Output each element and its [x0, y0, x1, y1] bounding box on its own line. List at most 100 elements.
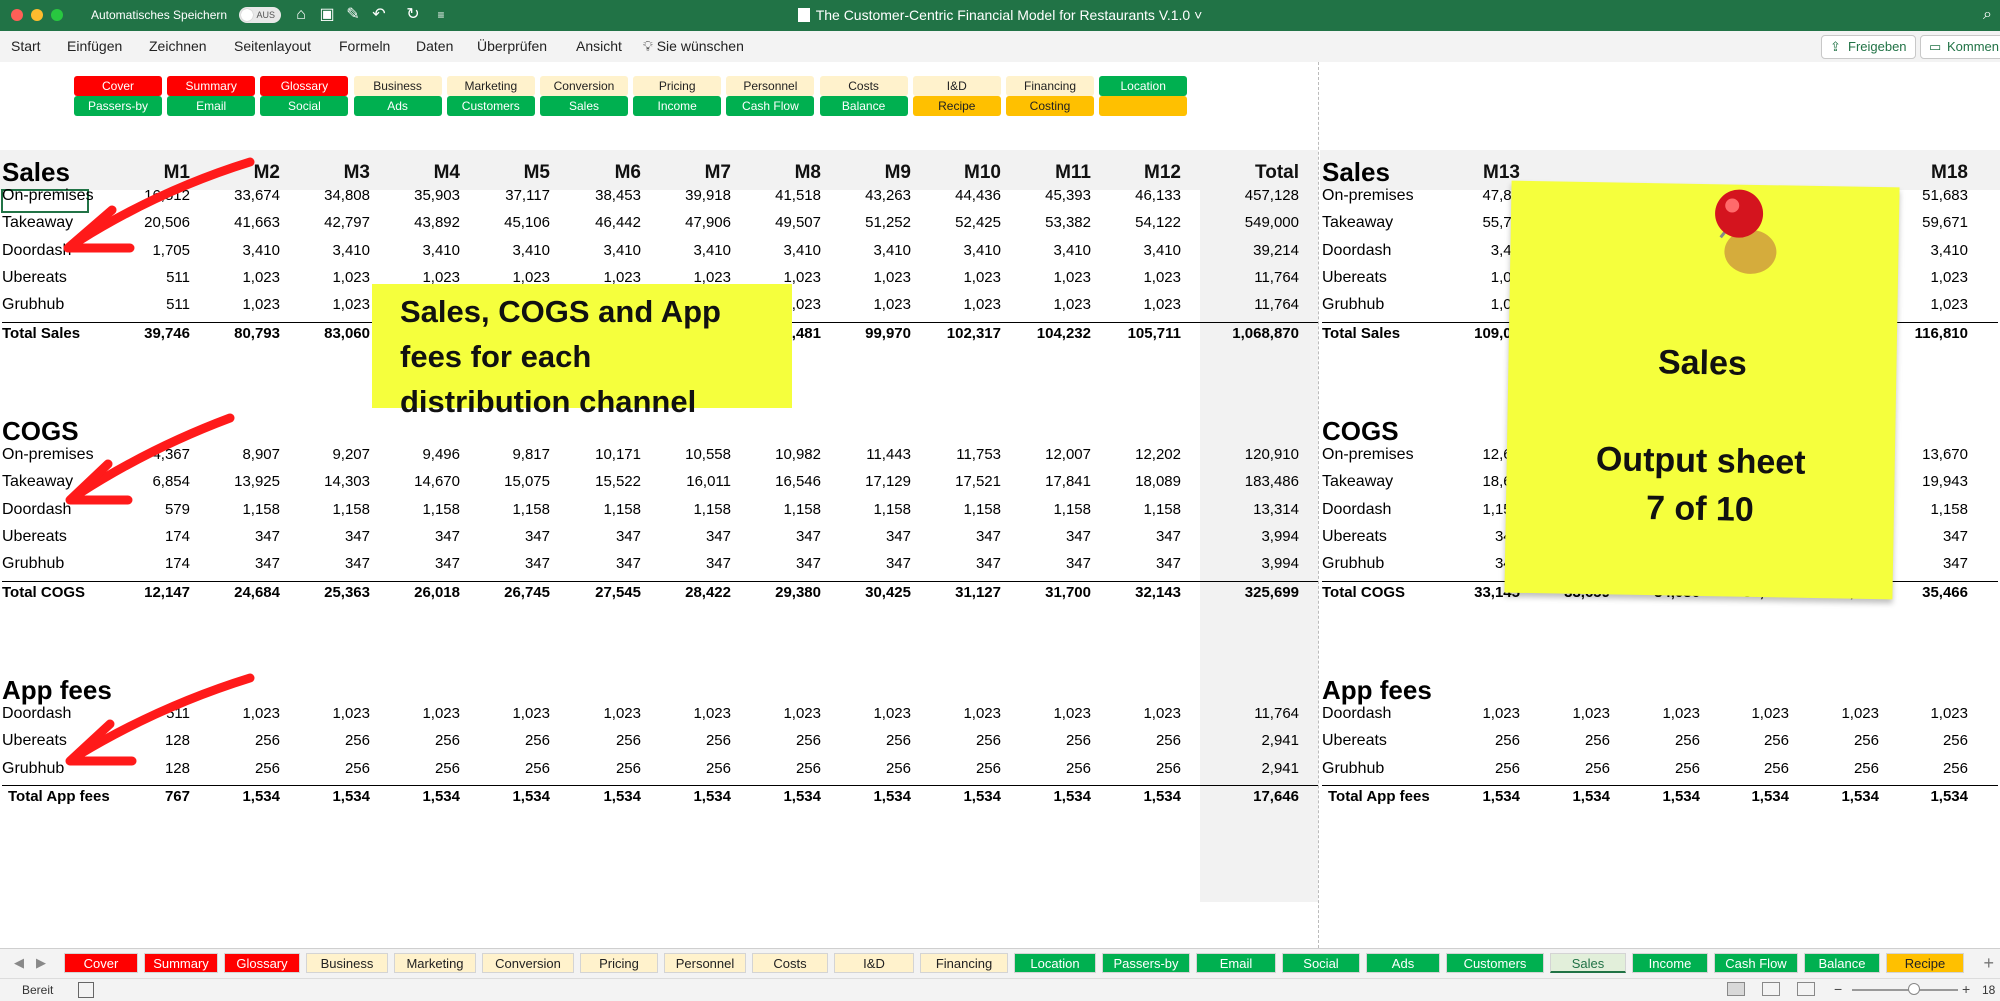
menu-insert[interactable]: Einfügen — [67, 38, 122, 54]
page-layout-view-icon[interactable] — [1762, 982, 1780, 996]
table-cell[interactable]: 1,023 — [298, 705, 370, 722]
total-cell[interactable]: 25,363 — [298, 584, 370, 601]
total-cell[interactable]: 83,060 — [298, 325, 370, 342]
table-cell[interactable]: 256 — [1538, 732, 1610, 749]
table-cell[interactable]: 1,023 — [839, 296, 911, 313]
nav-button-costing[interactable]: Costing — [1006, 96, 1094, 116]
table-cell[interactable]: 59,671 — [1896, 214, 1968, 231]
tab-scroll-right-icon[interactable]: ▶ — [36, 955, 46, 971]
table-cell[interactable]: 47,80 — [1448, 187, 1520, 204]
table-cell[interactable]: 11,443 — [839, 446, 911, 463]
nav-button-marketing[interactable]: Marketing — [446, 76, 535, 96]
nav-button-glossary[interactable]: Glossary — [260, 76, 349, 96]
table-cell[interactable]: 347 — [1019, 528, 1091, 545]
total-cell[interactable]: 28,422 — [659, 584, 731, 601]
table-cell[interactable]: 256 — [1717, 732, 1789, 749]
total-cell[interactable]: 26,018 — [388, 584, 460, 601]
zoom-slider-handle[interactable] — [1908, 983, 1920, 995]
nav-button-costs[interactable]: Costs — [819, 76, 908, 96]
total-cell[interactable]: 1,534 — [749, 788, 821, 805]
zoom-out-icon[interactable]: − — [1834, 981, 1842, 997]
zoom-in-icon[interactable]: + — [1962, 981, 1970, 997]
table-cell[interactable]: 1,023 — [1019, 296, 1091, 313]
total-cell[interactable]: 31,127 — [929, 584, 1001, 601]
table-cell[interactable]: 256 — [569, 760, 641, 777]
nav-button-ads[interactable]: Ads — [353, 96, 442, 116]
table-cell[interactable]: 1,158 — [749, 501, 821, 518]
table-cell[interactable]: 13,670 — [1896, 446, 1968, 463]
total-cell[interactable]: 1,534 — [478, 788, 550, 805]
table-cell[interactable]: 347 — [478, 528, 550, 545]
total-cell[interactable]: 116,810 — [1896, 325, 1968, 342]
table-cell[interactable]: 1,023 — [1896, 705, 1968, 722]
table-cell[interactable]: 42,797 — [298, 214, 370, 231]
nav-button-blank[interactable] — [1099, 96, 1188, 116]
sheet-tab-recipe[interactable]: Recipe — [1886, 953, 1964, 973]
table-cell[interactable]: 52,425 — [929, 214, 1001, 231]
table-cell[interactable]: 256 — [1448, 732, 1520, 749]
table-cell[interactable]: 347 — [659, 528, 731, 545]
table-cell[interactable]: 347 — [749, 555, 821, 572]
table-cell[interactable]: 256 — [1807, 732, 1879, 749]
menu-formulas[interactable]: Formeln — [339, 38, 390, 54]
table-cell[interactable]: 17,841 — [1019, 473, 1091, 490]
total-cell[interactable]: 1,534 — [1448, 788, 1520, 805]
nav-button-personnel[interactable]: Personnel — [726, 76, 815, 96]
table-cell[interactable]: 19,943 — [1896, 473, 1968, 490]
table-cell[interactable]: 3,994 — [1227, 528, 1299, 545]
total-cell[interactable]: 99,970 — [839, 325, 911, 342]
nav-button-balance[interactable]: Balance — [819, 96, 908, 116]
worksheet-grid[interactable]: Cover Summary Glossary Business Marketing Con… — [0, 62, 2000, 948]
nav-button-recipe[interactable]: Recipe — [912, 96, 1001, 116]
sheet-tab-customers[interactable]: Customers — [1446, 953, 1544, 973]
table-cell[interactable]: 39,918 — [659, 187, 731, 204]
table-cell[interactable]: 174 — [118, 555, 190, 572]
table-cell[interactable]: 1,158 — [929, 501, 1001, 518]
total-cell[interactable]: 325,699 — [1227, 584, 1299, 601]
sheet-tab-marketing[interactable]: Marketing — [394, 953, 476, 973]
sheet-tab-costs[interactable]: Costs — [752, 953, 828, 973]
table-cell[interactable]: 1,023 — [929, 269, 1001, 286]
menu-draw[interactable]: Zeichnen — [149, 38, 207, 54]
table-cell[interactable]: 34,808 — [298, 187, 370, 204]
sheet-tab-business[interactable]: Business — [306, 953, 388, 973]
table-cell[interactable]: 1,023 — [1448, 705, 1520, 722]
table-cell[interactable]: 256 — [1717, 760, 1789, 777]
sheet-tab-income[interactable]: Income — [1632, 953, 1708, 973]
total-cell[interactable]: 29,380 — [749, 584, 821, 601]
table-cell[interactable]: 1,023 — [929, 296, 1001, 313]
table-cell[interactable]: 1,023 — [208, 269, 280, 286]
table-cell[interactable]: 17,129 — [839, 473, 911, 490]
table-cell[interactable]: 347 — [569, 528, 641, 545]
table-cell[interactable]: 256 — [839, 760, 911, 777]
sheet-tab-passers-by[interactable]: Passers-by — [1102, 953, 1190, 973]
table-cell[interactable]: 1,023 — [1896, 296, 1968, 313]
table-cell[interactable]: 2,941 — [1227, 760, 1299, 777]
table-cell[interactable]: 174 — [118, 528, 190, 545]
table-cell[interactable]: 347 — [929, 528, 1001, 545]
table-cell[interactable]: 17,521 — [929, 473, 1001, 490]
table-cell[interactable]: 347 — [1896, 528, 1968, 545]
menu-view[interactable]: Ansicht — [576, 38, 622, 54]
table-cell[interactable]: 3,410 — [298, 242, 370, 259]
table-cell[interactable]: 44,436 — [929, 187, 1001, 204]
table-cell[interactable]: 53,382 — [1019, 214, 1091, 231]
share-button[interactable]: ⇪ Freigeben — [1821, 35, 1916, 59]
table-cell[interactable]: 256 — [929, 732, 1001, 749]
table-cell[interactable]: 347 — [388, 555, 460, 572]
nav-button-email[interactable]: Email — [167, 96, 256, 116]
table-cell[interactable]: 3,410 — [839, 242, 911, 259]
page-break-view-icon[interactable] — [1797, 982, 1815, 996]
table-cell[interactable]: 347 — [298, 555, 370, 572]
nav-button-customers[interactable]: Customers — [446, 96, 535, 116]
table-cell[interactable]: 256 — [1628, 732, 1700, 749]
table-cell[interactable]: 256 — [1448, 760, 1520, 777]
table-cell[interactable]: 1,023 — [388, 705, 460, 722]
table-cell[interactable]: 41,518 — [749, 187, 821, 204]
nav-button-passers-by[interactable]: Passers-by — [74, 96, 162, 116]
sheet-tab-i-d[interactable]: I&D — [834, 953, 914, 973]
sheet-tab-conversion[interactable]: Conversion — [482, 953, 574, 973]
total-cell[interactable]: 1,534 — [1896, 788, 1968, 805]
table-cell[interactable]: 347 — [569, 555, 641, 572]
table-cell[interactable]: 1,023 — [298, 296, 370, 313]
